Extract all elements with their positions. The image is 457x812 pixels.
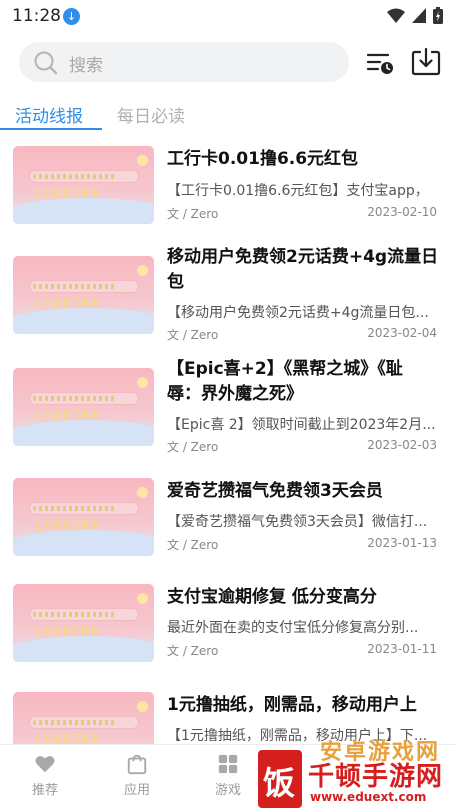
article-author: 文 / Zero <box>167 328 219 342</box>
list-item[interactable]: LOADING 移动用户免费领2元话费+4g流量日包 【移动用户免费领2元话费+… <box>0 242 457 342</box>
article-author: 文 / Zero <box>167 207 219 221</box>
thumbnail-loading-text: LOADING <box>35 518 100 532</box>
status-time: 11:28 <box>12 6 61 26</box>
article-date: 2023-01-13 <box>367 536 437 550</box>
battery-icon <box>433 7 443 24</box>
status-icons <box>387 7 443 24</box>
tab-active-indicator <box>0 128 102 130</box>
thumbnail-loading-text: LOADING <box>35 186 100 200</box>
article-excerpt: 【工行卡0.01撸6.6元红包】支付宝app， <box>167 183 429 199</box>
article-thumbnail: LOADING <box>13 584 154 662</box>
article-author: 文 / Zero <box>167 644 219 658</box>
history-list-icon[interactable] <box>366 48 396 78</box>
tab-daily-read[interactable]: 每日必读 <box>117 102 185 127</box>
signal-icon <box>412 8 426 23</box>
article-date: 2023-01-11 <box>367 642 437 656</box>
nav-item-games[interactable]: 游戏 <box>198 753 258 798</box>
article-title: 工行卡0.01撸6.6元红包 <box>167 149 359 169</box>
nav-label: 游戏 <box>214 783 241 798</box>
article-date: 2023-02-10 <box>367 205 437 219</box>
list-item[interactable]: LOADING 爱奇艺攒福气免费领3天会员 【爱奇艺攒福气免费领3天会员】微信打… <box>0 464 457 564</box>
nav-item-apps[interactable]: 应用 <box>107 753 167 798</box>
thumbnail-loading-text: LOADING <box>35 296 100 310</box>
nav-label: 应用 <box>123 783 150 798</box>
watermark-url: www.eduext.com <box>310 790 427 804</box>
watermark-main-text: 千顿手游网 <box>308 762 444 792</box>
nav-label: 推荐 <box>31 783 58 798</box>
article-excerpt: 【移动用户免费领2元话费+4g流量日包... <box>167 305 429 321</box>
watermark-logo: 安卓游戏网 饭 千顿手游网 www.eduext.com <box>258 728 457 812</box>
bag-icon <box>127 754 147 775</box>
search-row: 搜索 <box>0 42 457 82</box>
thumbnail-loading-text: LOADING <box>35 624 100 638</box>
article-title: 【Epic喜+2】《黑帮之城》《耻 辱：界外魔之死》 <box>167 359 403 404</box>
article-excerpt: 【爱奇艺攒福气免费领3天会员】微信打... <box>167 514 428 530</box>
wifi-icon <box>387 8 405 23</box>
thumbnail-loading-text: LOADING <box>35 408 100 422</box>
article-title: 支付宝逾期修复 低分变高分 <box>167 587 377 607</box>
search-placeholder: 搜索 <box>69 56 103 76</box>
watermark-badge: 饭 <box>258 750 302 808</box>
article-author: 文 / Zero <box>167 440 219 454</box>
article-title: 爱奇艺攒福气免费领3天会员 <box>167 481 383 501</box>
nav-item-recommend[interactable]: 推荐 <box>15 753 75 798</box>
list-item[interactable]: LOADING 工行卡0.01撸6.6元红包 【工行卡0.01撸6.6元红包】支… <box>0 132 457 232</box>
search-icon <box>34 51 58 75</box>
article-excerpt: 【Epic喜 2】领取时间截止到2023年2月... <box>167 417 436 433</box>
article-author: 文 / Zero <box>167 538 219 552</box>
watermark-badge-text: 饭 <box>263 764 296 802</box>
article-thumbnail: LOADING <box>13 368 154 446</box>
heart-icon <box>35 756 55 773</box>
list-item[interactable]: LOADING 【Epic喜+2】《黑帮之城》《耻 辱：界外魔之死》 【Epic喜… <box>0 354 457 454</box>
article-date: 2023-02-03 <box>367 438 437 452</box>
tab-bar: 活动线报 每日必读 <box>0 98 457 132</box>
article-thumbnail: LOADING <box>13 256 154 334</box>
download-icon[interactable] <box>411 47 441 77</box>
status-bar: 11:28 ↓ <box>0 0 457 32</box>
article-excerpt: 最近外面在卖的支付宝低分修复高分别... <box>167 620 419 636</box>
download-notification-icon: ↓ <box>63 8 80 25</box>
article-date: 2023-02-04 <box>367 326 437 340</box>
article-title: 1元撸抽纸，刚需品，移动用户上 <box>167 695 417 715</box>
search-input[interactable]: 搜索 <box>19 42 349 82</box>
article-thumbnail: LOADING <box>13 146 154 224</box>
article-title: 移动用户免费领2元话费+4g流量日包 <box>167 247 439 292</box>
list-item[interactable]: LOADING 支付宝逾期修复 低分变高分 最近外面在卖的支付宝低分修复高分别.… <box>0 570 457 670</box>
tab-activity-news[interactable]: 活动线报 <box>15 102 83 127</box>
grid-icon <box>218 754 238 774</box>
article-thumbnail: LOADING <box>13 478 154 556</box>
